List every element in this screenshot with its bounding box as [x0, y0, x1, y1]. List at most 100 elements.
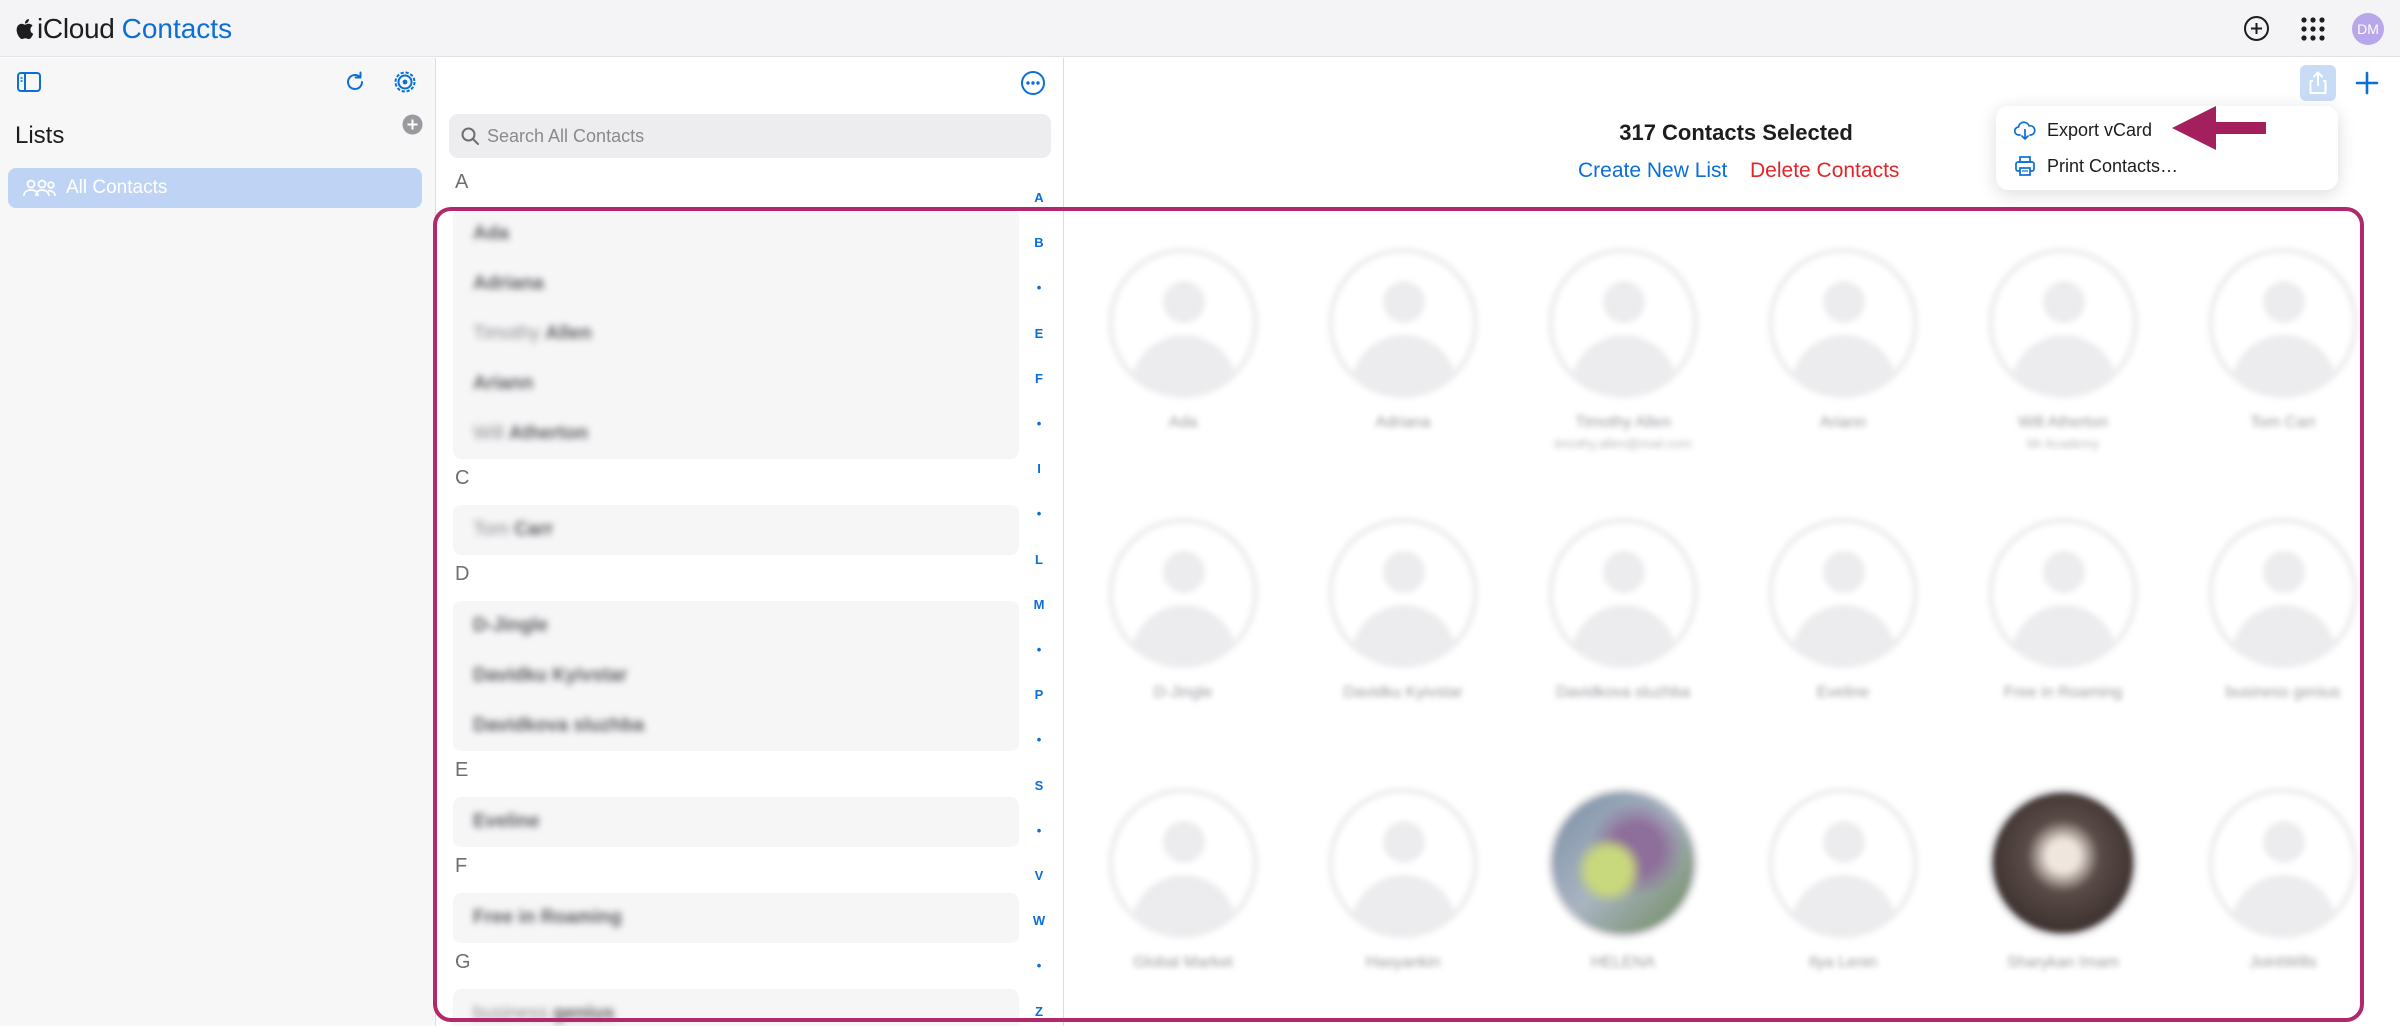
contact-card[interactable]: D-Jingle: [1098, 518, 1268, 702]
index-letter[interactable]: •: [1027, 642, 1051, 657]
contact-card[interactable]: Timothy Allen timothy.allen@mail.com: [1538, 248, 1708, 451]
placeholder-head: [1603, 551, 1645, 593]
contact-placeholder-icon: [1108, 248, 1258, 398]
sidebar-item-label: All Contacts: [66, 177, 168, 198]
placeholder-head: [2263, 551, 2305, 593]
sidebar-toggle-icon[interactable]: [17, 72, 41, 92]
app-grid-icon[interactable]: [2300, 16, 2326, 42]
sidebar-item-all-contacts[interactable]: All Contacts: [8, 168, 422, 208]
delete-contacts-link[interactable]: Delete Contacts: [1750, 159, 1899, 183]
menu-item-export-vcard[interactable]: Export vCard: [2014, 115, 2152, 145]
placeholder-body: [2011, 605, 2117, 663]
contact-card[interactable]: Adriana: [1318, 248, 1488, 432]
contact-placeholder-icon: [2208, 248, 2358, 398]
contact-card[interactable]: Ada: [1098, 248, 1268, 432]
share-button[interactable]: [2300, 65, 2336, 101]
contact-first-name: business: [473, 1003, 548, 1024]
contact-card[interactable]: Ilya Lenin: [1758, 788, 1928, 972]
index-letter[interactable]: •: [1027, 823, 1051, 838]
contact-group: Tom Carr: [453, 505, 1019, 555]
contact-row[interactable]: Will Atherton: [453, 409, 1019, 459]
contact-card[interactable]: Will Atherton Mr Academy: [1978, 248, 2148, 451]
contact-row[interactable]: Free in Roaming: [453, 893, 1019, 943]
more-options-icon[interactable]: [1020, 70, 1046, 96]
cloud-download-icon: [2014, 121, 2036, 140]
card-name: D-Jingle: [1153, 684, 1213, 701]
settings-gear-icon[interactable]: [393, 70, 417, 94]
user-avatar[interactable]: DM: [2352, 13, 2384, 45]
placeholder-body: [1351, 605, 1457, 663]
contact-last-name: Ariann: [473, 373, 534, 394]
index-letter[interactable]: V: [1027, 868, 1051, 883]
card-name: Davidku Kyivstar: [1343, 684, 1463, 701]
contact-card[interactable]: Ariann: [1758, 248, 1928, 432]
index-letter[interactable]: P: [1027, 687, 1051, 702]
index-letter[interactable]: I: [1027, 461, 1051, 476]
contact-row[interactable]: Ada: [453, 209, 1019, 259]
contact-card[interactable]: business genius: [2198, 518, 2368, 702]
contact-card[interactable]: Sharykan Imam: [1978, 788, 2148, 972]
contact-photo: [1548, 788, 1698, 938]
index-letter[interactable]: •: [1027, 732, 1051, 747]
contact-card[interactable]: Eveline: [1758, 518, 1928, 702]
contact-card[interactable]: Free in Roaming: [1978, 518, 2148, 702]
contact-row[interactable]: business genius: [453, 989, 1019, 1026]
contact-name: Adriana: [473, 273, 544, 295]
brand-logo[interactable]: iCloud Contacts: [14, 13, 232, 45]
contact-card[interactable]: JointWills: [2198, 788, 2368, 972]
contact-card[interactable]: Global Market: [1098, 788, 1268, 972]
index-letter[interactable]: •: [1027, 506, 1051, 521]
contact-row[interactable]: Tom Carr: [453, 505, 1019, 555]
section-header: F: [455, 855, 468, 877]
contact-placeholder-icon: [1548, 518, 1698, 668]
index-letter[interactable]: A: [1027, 190, 1051, 205]
index-letter[interactable]: E: [1027, 326, 1051, 341]
index-letter[interactable]: S: [1027, 778, 1051, 793]
search-input[interactable]: [487, 125, 1027, 147]
placeholder-body: [2231, 335, 2337, 393]
contact-row[interactable]: Timothy Allen: [453, 309, 1019, 359]
contact-row[interactable]: Davidku Kyivstar: [453, 651, 1019, 701]
contact-card[interactable]: HELENA: [1538, 788, 1708, 972]
add-circle-icon[interactable]: [2243, 15, 2270, 42]
card-name: Hasyankin: [1365, 954, 1441, 971]
placeholder-head: [1383, 551, 1425, 593]
index-letter[interactable]: B: [1027, 235, 1051, 250]
contact-row[interactable]: Davidkova sluzhba: [453, 701, 1019, 751]
section-header: D: [455, 563, 470, 585]
card-name: Free in Roaming: [2003, 684, 2123, 701]
contact-row[interactable]: Eveline: [453, 797, 1019, 847]
create-new-list-link[interactable]: Create New List: [1578, 159, 1727, 183]
index-letter[interactable]: M: [1027, 597, 1051, 612]
contact-first-name: Tom: [473, 519, 509, 540]
index-letter[interactable]: L: [1027, 552, 1051, 567]
contact-group: Eveline: [453, 797, 1019, 847]
index-letter[interactable]: F: [1027, 371, 1051, 386]
menu-item-print-contacts[interactable]: Print Contacts…: [2014, 151, 2178, 181]
index-letter[interactable]: •: [1027, 280, 1051, 295]
refresh-icon[interactable]: [343, 70, 367, 94]
contact-card[interactable]: Tom Carr: [2198, 248, 2368, 432]
contact-name: Davidku Kyivstar: [473, 665, 627, 687]
contact-row[interactable]: Adriana: [453, 259, 1019, 309]
card-name: Sharykan Imam: [2006, 954, 2120, 971]
contact-name: Davidkova sluzhba: [473, 715, 644, 737]
card-name: Ariann: [1819, 414, 1867, 431]
index-letter[interactable]: •: [1027, 958, 1051, 973]
contact-placeholder-icon: [1548, 248, 1698, 398]
card-subtitle: timothy.allen@mail.com: [1554, 436, 1692, 451]
contact-row[interactable]: D-Jingle: [453, 601, 1019, 651]
contact-row[interactable]: Ariann: [453, 359, 1019, 409]
contact-last-name: Allen: [545, 323, 592, 344]
contact-card[interactable]: Davidkova sluzhba: [1538, 518, 1708, 702]
section-header: C: [455, 467, 470, 489]
index-letter[interactable]: W: [1027, 913, 1051, 928]
contact-photo: [1988, 788, 2138, 938]
contact-card[interactable]: Hasyankin: [1318, 788, 1488, 972]
add-list-icon[interactable]: [402, 114, 423, 135]
index-letter[interactable]: •: [1027, 416, 1051, 431]
add-contact-icon[interactable]: [2352, 68, 2382, 98]
index-letter[interactable]: Z: [1027, 1004, 1051, 1019]
contact-card[interactable]: Davidku Kyivstar: [1318, 518, 1488, 702]
card-name: Will Atherton: [2018, 414, 2108, 431]
